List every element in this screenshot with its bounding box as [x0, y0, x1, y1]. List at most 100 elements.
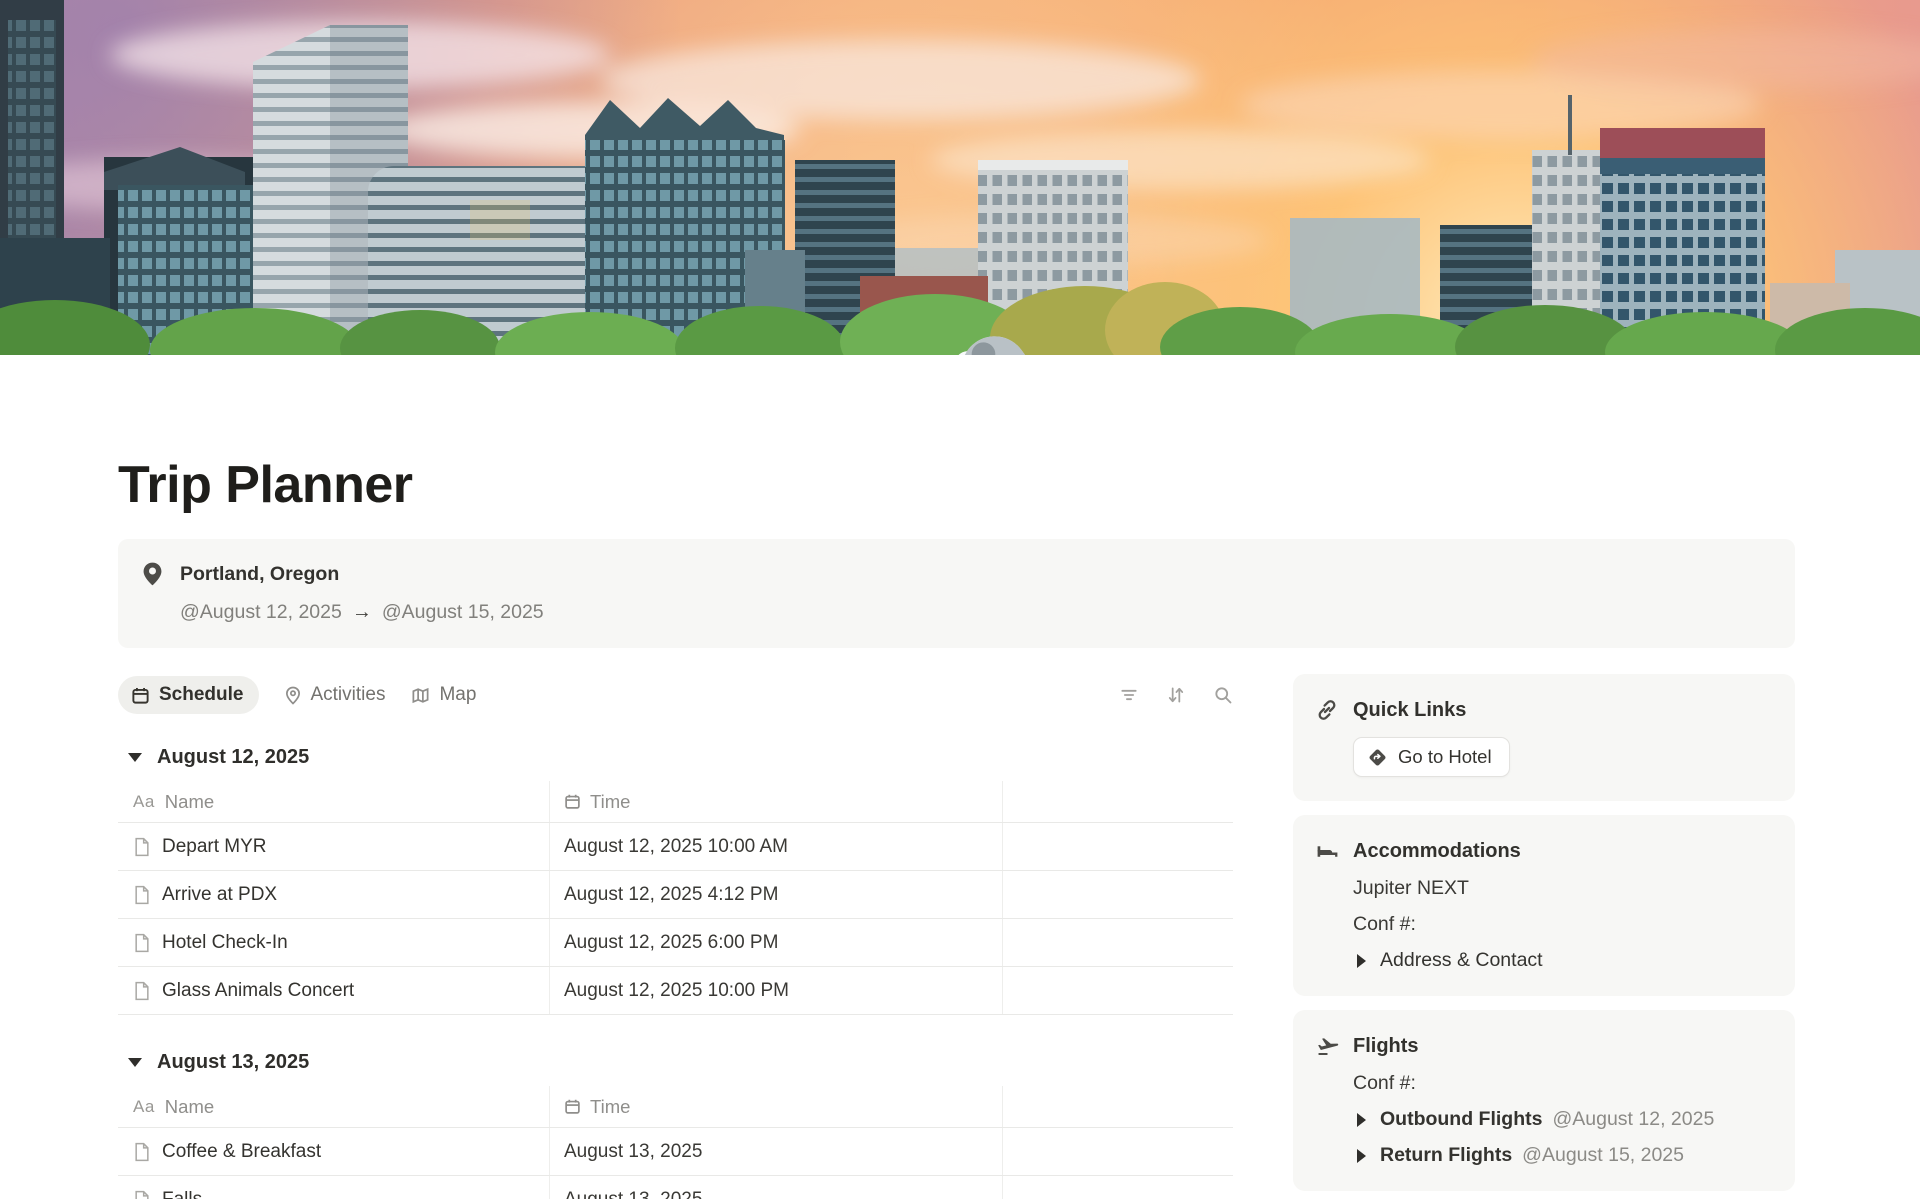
search-icon[interactable]	[1213, 685, 1233, 705]
row-time-cell[interactable]: August 12, 2025 10:00 PM	[550, 967, 1003, 1014]
name-column-header[interactable]: Aa Name	[118, 781, 550, 822]
view-tabs: Schedule Activities	[118, 674, 1233, 716]
text-type-icon: Aa	[133, 792, 155, 812]
outbound-flights-date[interactable]: @August 12, 2025	[1552, 1108, 1714, 1131]
table-row[interactable]: Hotel Check-In August 12, 2025 6:00 PM	[118, 919, 1233, 967]
link-chain-icon	[1315, 698, 1341, 722]
callout-start-date[interactable]: @August 12, 2025	[180, 601, 342, 624]
time-header-label: Time	[590, 791, 630, 813]
row-name-cell[interactable]: Hotel Check-In	[118, 919, 550, 966]
tab-map[interactable]: Map	[411, 684, 476, 706]
sort-icon[interactable]	[1166, 685, 1186, 705]
date-range-arrow: →	[352, 601, 372, 624]
row-time-cell[interactable]: August 12, 2025 4:12 PM	[550, 871, 1003, 918]
triangle-right-icon	[1357, 1113, 1366, 1127]
bed-icon	[1315, 839, 1341, 864]
hotel-name: Jupiter NEXT	[1353, 877, 1771, 900]
return-flights-date[interactable]: @August 15, 2025	[1522, 1144, 1684, 1167]
callout-end-date[interactable]: @August 15, 2025	[382, 601, 544, 624]
time-column-header[interactable]: Time	[550, 1086, 1003, 1127]
page-icon	[133, 885, 151, 905]
group-date-label: August 13, 2025	[157, 1051, 309, 1074]
table-row[interactable]: Arrive at PDX August 12, 2025 4:12 PM	[118, 871, 1233, 919]
triangle-down-icon	[128, 753, 142, 762]
row-name-cell[interactable]: Falls	[118, 1176, 550, 1199]
row-name-cell[interactable]: Glass Animals Concert	[118, 967, 550, 1014]
row-time-cell[interactable]: August 12, 2025 6:00 PM	[550, 919, 1003, 966]
row-empty-cell[interactable]	[1003, 823, 1233, 870]
page-title: Trip Planner	[118, 455, 1795, 515]
return-flights-toggle[interactable]: Return Flights @August 15, 2025	[1353, 1144, 1771, 1167]
row-name: Glass Animals Concert	[162, 980, 354, 1002]
row-name: Arrive at PDX	[162, 884, 277, 906]
group-toggle-august-12[interactable]: August 12, 2025	[118, 742, 1233, 781]
page-icon	[133, 837, 151, 857]
flights-title: Flights	[1353, 1035, 1419, 1058]
row-time-cell[interactable]: August 13, 2025	[550, 1176, 1003, 1199]
table-row[interactable]: Glass Animals Concert August 12, 2025 10…	[118, 967, 1233, 1015]
text-type-icon: Aa	[133, 1097, 155, 1117]
airplane-emoji-page-icon[interactable]	[100, 282, 1920, 355]
address-contact-label: Address & Contact	[1380, 949, 1543, 972]
tab-activities-label: Activities	[310, 684, 385, 706]
row-empty-cell[interactable]	[1003, 1176, 1233, 1199]
go-to-hotel-label: Go to Hotel	[1398, 746, 1492, 768]
tab-schedule[interactable]: Schedule	[118, 676, 259, 714]
row-name-cell[interactable]: Depart MYR	[118, 823, 550, 870]
triangle-right-icon	[1357, 1149, 1366, 1163]
airplane-takeoff-icon	[1315, 1034, 1341, 1059]
directions-diamond-arrow-icon	[1367, 747, 1388, 768]
location-callout: Portland, Oregon @August 12, 2025 → @Aug…	[118, 539, 1795, 648]
row-name: Coffee & Breakfast	[162, 1141, 321, 1163]
tab-activities[interactable]: Activities	[285, 684, 385, 706]
row-time-cell[interactable]: August 13, 2025	[550, 1128, 1003, 1175]
row-name: Hotel Check-In	[162, 932, 288, 954]
sidebar: Quick Links Go to Hotel	[1293, 674, 1795, 1199]
row-name-cell[interactable]: Arrive at PDX	[118, 871, 550, 918]
tab-map-label: Map	[439, 684, 476, 706]
schedule-group-august-12: August 12, 2025 Aa Name	[118, 742, 1233, 1015]
go-to-hotel-button[interactable]: Go to Hotel	[1353, 737, 1510, 777]
table-row[interactable]: Falls August 13, 2025	[118, 1176, 1233, 1199]
empty-column-header[interactable]	[1003, 1086, 1233, 1127]
time-column-header[interactable]: Time	[550, 781, 1003, 822]
row-time-cell[interactable]: August 12, 2025 10:00 AM	[550, 823, 1003, 870]
address-contact-toggle[interactable]: Address & Contact	[1353, 949, 1771, 972]
calendar-icon	[564, 1098, 581, 1115]
row-empty-cell[interactable]	[1003, 1128, 1233, 1175]
time-header-label: Time	[590, 1096, 630, 1118]
filter-icon[interactable]	[1119, 685, 1139, 705]
accommodations-title: Accommodations	[1353, 840, 1521, 863]
quick-links-card: Quick Links Go to Hotel	[1293, 674, 1795, 801]
return-flights-label: Return Flights	[1380, 1144, 1512, 1167]
name-header-label: Name	[165, 791, 214, 813]
cover-image	[0, 0, 1920, 355]
row-name: Depart MYR	[162, 836, 267, 858]
triangle-down-icon	[128, 1058, 142, 1067]
accommodations-card: Accommodations Jupiter NEXT Conf #: Addr…	[1293, 815, 1795, 996]
name-column-header[interactable]: Aa Name	[118, 1086, 550, 1127]
group-toggle-august-13[interactable]: August 13, 2025	[118, 1047, 1233, 1086]
table-row[interactable]: Coffee & Breakfast August 13, 2025	[118, 1128, 1233, 1176]
row-name: Falls	[162, 1189, 202, 1199]
location-pin-icon	[142, 561, 180, 587]
flights-card: Flights Conf #: Outbound Flights @August…	[1293, 1010, 1795, 1191]
calendar-icon	[131, 686, 150, 705]
outbound-flights-label: Outbound Flights	[1380, 1108, 1542, 1131]
table-header-row: Aa Name Time	[118, 1086, 1233, 1128]
table-row[interactable]: Depart MYR August 12, 2025 10:00 AM	[118, 823, 1233, 871]
confirmation-label: Conf #:	[1353, 1072, 1771, 1095]
quick-links-title: Quick Links	[1353, 699, 1466, 722]
view-toolbar	[1119, 685, 1233, 705]
confirmation-label: Conf #:	[1353, 913, 1771, 936]
row-name-cell[interactable]: Coffee & Breakfast	[118, 1128, 550, 1175]
page-icon	[133, 1142, 151, 1162]
row-empty-cell[interactable]	[1003, 919, 1233, 966]
outbound-flights-toggle[interactable]: Outbound Flights @August 12, 2025	[1353, 1108, 1771, 1131]
row-empty-cell[interactable]	[1003, 871, 1233, 918]
empty-column-header[interactable]	[1003, 781, 1233, 822]
calendar-icon	[564, 793, 581, 810]
row-empty-cell[interactable]	[1003, 967, 1233, 1014]
tab-schedule-label: Schedule	[159, 684, 243, 706]
table-header-row: Aa Name Time	[118, 781, 1233, 823]
